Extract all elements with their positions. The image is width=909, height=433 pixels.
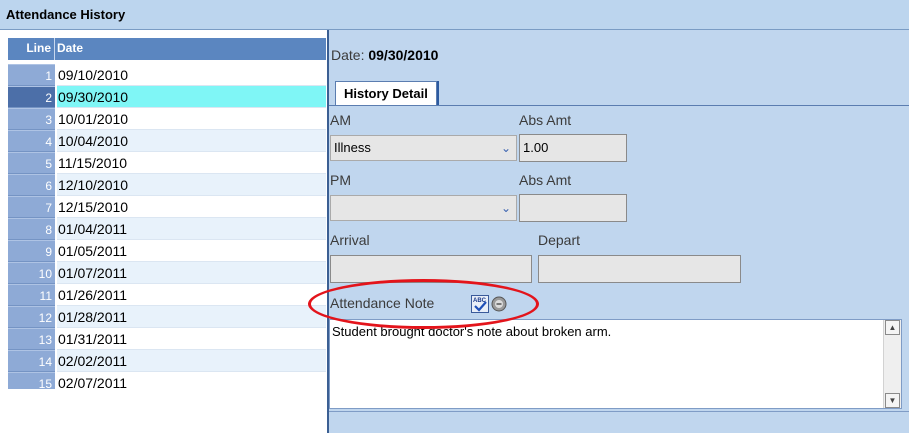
row-date[interactable]: 01/05/2011 [57, 240, 326, 262]
table-row-selected[interactable]: 2 09/30/2010 [8, 86, 326, 108]
row-date[interactable]: 01/26/2011 [57, 284, 326, 306]
am-select[interactable]: Illness ⌄ [330, 135, 517, 161]
row-line-number: 13 [8, 328, 55, 350]
am-abs-amt-label: Abs Amt [519, 112, 572, 128]
attendance-note-textarea[interactable]: Student brought doctor's note about brok… [329, 319, 902, 409]
pm-abs-amt-field[interactable] [519, 194, 627, 222]
table-row[interactable]: 3 10/01/2010 [8, 108, 326, 130]
bottom-divider [329, 411, 909, 412]
table-row[interactable]: 10 01/07/2011 [8, 262, 326, 284]
am-label: AM [330, 112, 351, 128]
tab-history-detail[interactable]: History Detail [335, 81, 437, 106]
date-value: 09/30/2010 [368, 47, 439, 63]
pm-select[interactable]: ⌄ [330, 195, 517, 221]
row-line-number: 9 [8, 240, 55, 262]
row-date[interactable]: 01/31/2011 [57, 328, 326, 350]
table-row[interactable]: 1 09/10/2010 [8, 64, 326, 86]
tab-underline [329, 105, 909, 106]
am-abs-amt-field[interactable]: 1.00 [519, 134, 627, 162]
title-bar: Attendance History [0, 0, 909, 30]
row-date[interactable]: 12/10/2010 [57, 174, 326, 196]
am-select-value: Illness [334, 140, 371, 155]
highlight-annotation-circle [308, 279, 539, 329]
row-date[interactable]: 09/30/2010 [57, 86, 326, 108]
row-line-number: 3 [8, 108, 55, 130]
row-line-number: 7 [8, 196, 55, 218]
row-line-number: 8 [8, 218, 55, 240]
row-date[interactable]: 10/01/2010 [57, 108, 326, 130]
row-line-number: 11 [8, 284, 55, 306]
pm-label: PM [330, 172, 351, 188]
row-line-number: 1 [8, 64, 55, 86]
row-line-number: 4 [8, 130, 55, 152]
scroll-down-icon[interactable]: ▼ [885, 393, 900, 408]
chevron-down-icon[interactable]: ⌄ [497, 198, 515, 218]
table-row[interactable]: 5 11/15/2010 [8, 152, 326, 174]
row-date[interactable]: 02/07/2011 [57, 372, 326, 389]
grid-header: Line Date [8, 38, 326, 60]
row-line-number: 6 [8, 174, 55, 196]
column-header-date[interactable]: Date [57, 38, 83, 58]
table-row[interactable]: 11 01/26/2011 [8, 284, 326, 306]
table-row[interactable]: 13 01/31/2011 [8, 328, 326, 350]
table-row[interactable]: 6 12/10/2010 [8, 174, 326, 196]
table-row[interactable]: 4 10/04/2010 [8, 130, 326, 152]
detail-pane: Date: 09/30/2010 History Detail AM Abs A… [329, 30, 909, 433]
table-row[interactable]: 15 02/07/2011 [8, 372, 326, 389]
scroll-up-icon[interactable]: ▲ [885, 320, 900, 335]
table-row[interactable]: 8 01/04/2011 [8, 218, 326, 240]
window-title: Attendance History [6, 7, 126, 22]
column-header-line[interactable]: Line [8, 38, 55, 60]
row-date[interactable]: 10/04/2010 [57, 130, 326, 152]
row-line-number: 14 [8, 350, 55, 372]
table-row[interactable]: 9 01/05/2011 [8, 240, 326, 262]
row-date[interactable]: 11/15/2010 [57, 152, 326, 174]
depart-label: Depart [538, 232, 581, 248]
date-label: Date: [331, 47, 365, 63]
row-line-number: 10 [8, 262, 55, 284]
pm-abs-amt-label: Abs Amt [519, 172, 572, 188]
row-date[interactable]: 01/28/2011 [57, 306, 326, 328]
row-date[interactable]: 01/07/2011 [57, 262, 326, 284]
chevron-down-icon[interactable]: ⌄ [497, 138, 515, 158]
row-line-number: 5 [8, 152, 55, 174]
row-date[interactable]: 09/10/2010 [57, 64, 326, 86]
row-date[interactable]: 02/02/2011 [57, 350, 326, 372]
row-line-number: 2 [8, 86, 55, 108]
date-caption: Date: 09/30/2010 [331, 47, 438, 63]
arrival-label: Arrival [330, 232, 370, 248]
note-scrollbar[interactable]: ▲ ▼ [883, 320, 901, 408]
row-date[interactable]: 12/15/2010 [57, 196, 326, 218]
row-line-number: 12 [8, 306, 55, 328]
table-row[interactable]: 14 02/02/2011 [8, 350, 326, 372]
table-row[interactable]: 7 12/15/2010 [8, 196, 326, 218]
row-date[interactable]: 01/04/2011 [57, 218, 326, 240]
depart-field[interactable] [538, 255, 741, 283]
table-row[interactable]: 12 01/28/2011 [8, 306, 326, 328]
row-line-number: 15 [8, 372, 55, 389]
